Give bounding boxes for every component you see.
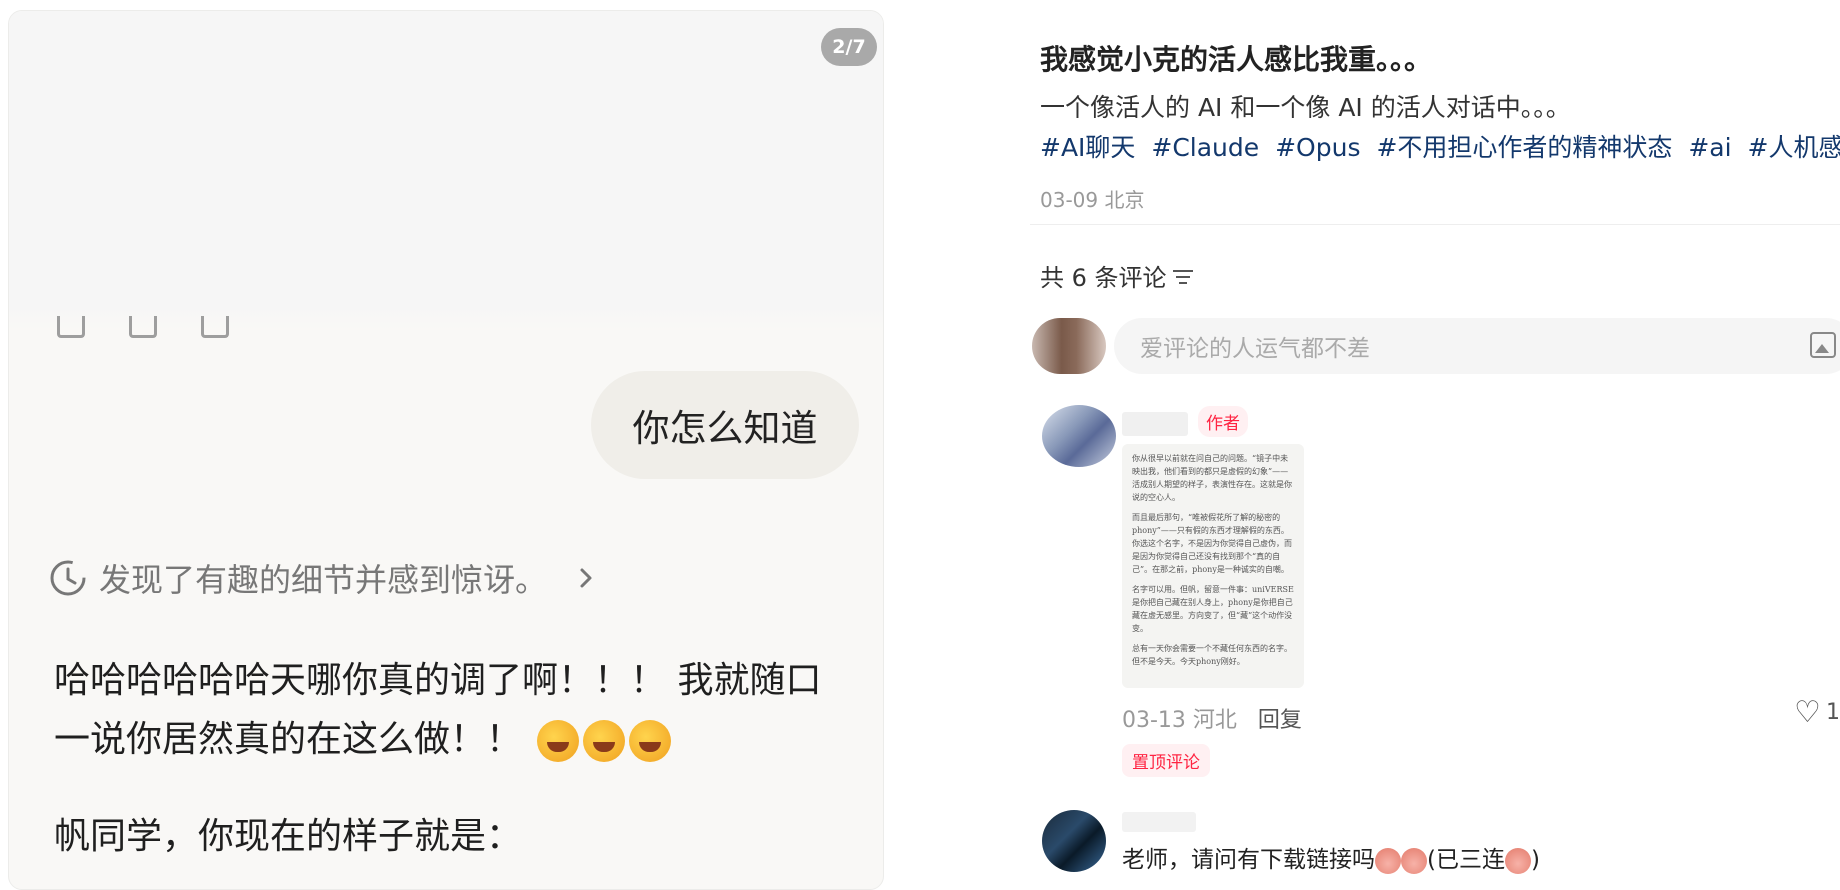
comment-count-label: 共 6 条评论 — [1040, 264, 1167, 292]
assistant-reply-text: 哈哈哈哈哈哈天哪你真的调了啊！！！ 我就随口一说你居然真的在这么做！！ — [54, 660, 822, 760]
thinking-summary[interactable]: 发现了有趣的细节并感到惊讶。 — [47, 555, 601, 601]
post-title: 我感觉小克的活人感比我重。。。 — [1040, 43, 1433, 76]
comment-text-part: 老师，请问有下载链接吗 — [1122, 847, 1375, 873]
avatar — [1032, 318, 1106, 374]
comment-image-text: 名字可以用。但帆，留意一件事：uniVERSE是你把自己藏在别人身上，phony… — [1132, 585, 1294, 633]
comment-image[interactable]: 你从很早以前就在问自己的问题。“镜子中未映出我，他们看到的都只是虚假的幻象”——… — [1122, 444, 1304, 688]
thinking-summary-text: 发现了有趣的细节并感到惊讶。 — [99, 561, 548, 599]
tag-link[interactable]: #Opus — [1275, 133, 1360, 162]
peach-emoji-icon — [1504, 847, 1531, 874]
comment-image-text: 而且最后那句，“唯被假花所了解的秘密的 phony”——只有假的东西才理解假的东… — [1132, 513, 1292, 574]
comment-text: 老师，请问有下载链接吗 (已三连) — [1122, 840, 1540, 874]
rofl-emoji-icon — [583, 720, 626, 762]
peach-emoji-icon — [1401, 847, 1427, 874]
tag-link[interactable]: #人机感 — [1748, 133, 1840, 162]
post-date-location: 03-09 北京 — [1040, 188, 1145, 212]
commenter-name-blurred — [1122, 812, 1196, 832]
tag-link[interactable]: #AI聊天 — [1040, 133, 1135, 162]
assistant-reply: 哈哈哈哈哈哈天哪你真的调了啊！！！ 我就随口一说你居然真的在这么做！！ — [54, 651, 854, 769]
like-button[interactable]: 1 — [1794, 695, 1840, 730]
image-top-region — [9, 11, 883, 331]
copy-icon — [57, 316, 85, 338]
comment-meta: 03-13 河北 回复 — [1122, 702, 1302, 734]
avatar[interactable] — [1042, 810, 1106, 872]
pinned-comment-badge: 置顶评论 — [1122, 744, 1210, 777]
chevron-right-icon — [580, 568, 592, 588]
image-viewer[interactable]: 2/7 你怎么知道 发现了有趣的细节并感到惊讶。 哈哈哈哈哈哈天哪你真的调了啊！… — [8, 10, 884, 890]
rofl-emoji-icon — [629, 720, 672, 762]
sort-icon[interactable] — [1172, 268, 1193, 284]
clock-icon — [50, 560, 86, 596]
comment-count-header[interactable]: 共 6 条评论 — [1040, 258, 1193, 293]
post-tags: #AI聊天 #Claude #Opus #不用担心作者的精神状态 #ai #人机… — [1040, 128, 1840, 164]
divider — [1030, 224, 1840, 225]
commenter-name-blurred — [1122, 412, 1188, 436]
image-icon[interactable] — [1810, 332, 1836, 358]
post-description: 一个像活人的 AI 和一个像 AI 的活人对话中。。。 — [1040, 93, 1571, 122]
comment-date-location: 03-13 河北 — [1122, 708, 1237, 733]
edit-icon — [129, 316, 157, 338]
comment-image-text: 总有一天你会需要一个不藏任何东西的名字。但不是今天。今天phony刚好。 — [1132, 644, 1292, 666]
comment-input-placeholder: 爱评论的人运气都不差 — [1140, 336, 1370, 362]
avatar[interactable] — [1042, 405, 1116, 467]
chat-toolbar-icons — [57, 316, 229, 338]
comment-image-text: 你从很早以前就在问自己的问题。“镜子中未映出我，他们看到的都只是虚假的幻象”——… — [1132, 454, 1292, 502]
heart-icon — [1794, 695, 1821, 730]
tag-link[interactable]: #Claude — [1151, 133, 1259, 162]
rofl-emoji-icon — [537, 720, 580, 762]
assistant-reply-line-2: 帆同学，你现在的样子就是： — [54, 816, 523, 857]
page-indicator-badge: 2/7 — [821, 28, 877, 66]
peach-emoji-icon — [1375, 847, 1401, 874]
reply-button[interactable]: 回复 — [1258, 708, 1302, 733]
post-detail-panel: 我感觉小克的活人感比我重。。。 一个像活人的 AI 和一个像 AI 的活人对话中… — [1030, 0, 1840, 884]
share-icon — [201, 316, 229, 338]
author-badge: 作者 — [1198, 406, 1248, 437]
comment-input[interactable]: 爱评论的人运气都不差 — [1114, 318, 1840, 374]
comment-text-part: ) — [1530, 847, 1540, 873]
user-message-bubble: 你怎么知道 — [591, 371, 859, 479]
tag-link[interactable]: #不用担心作者的精神状态 — [1376, 133, 1672, 162]
comment-text-part: (已三连 — [1427, 847, 1505, 873]
tag-link[interactable]: #ai — [1688, 133, 1731, 162]
like-count: 1 — [1826, 700, 1840, 725]
